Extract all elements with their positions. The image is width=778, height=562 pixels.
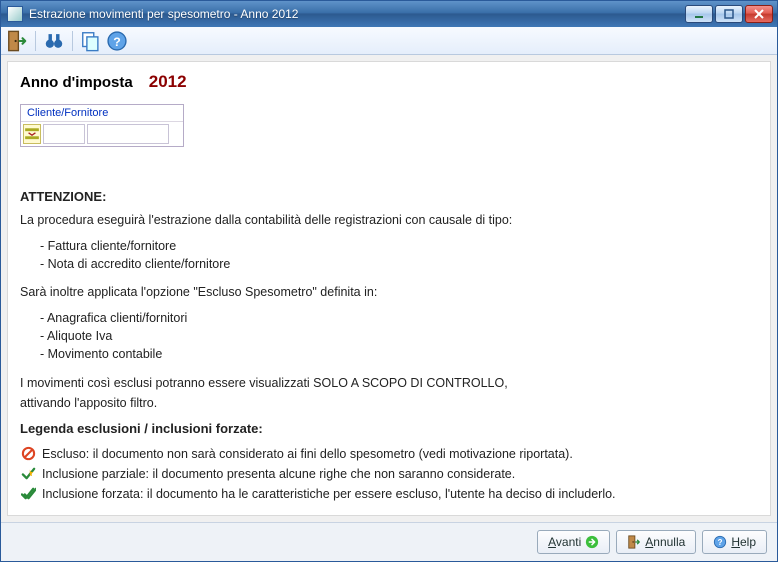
legend-excluded-text: Escluso: il documento non sarà considera… bbox=[42, 445, 573, 463]
cancel-button[interactable]: Annulla bbox=[616, 530, 696, 554]
maximize-icon bbox=[723, 8, 735, 20]
attention-heading: ATTENZIONE: bbox=[20, 188, 758, 207]
door-exit-icon bbox=[6, 30, 28, 52]
help-button[interactable]: ? Help bbox=[702, 530, 767, 554]
legend-forced-text: Inclusione forzata: il documento ha le c… bbox=[42, 485, 616, 503]
movimenti-line2: attivando l'apposito filtro. bbox=[20, 394, 758, 412]
minimize-button[interactable] bbox=[685, 5, 713, 23]
toolbar-help-button[interactable]: ? bbox=[105, 30, 129, 52]
bullet-anagrafica: Anagrafica clienti/fornitori bbox=[47, 311, 187, 325]
help-icon: ? bbox=[713, 535, 727, 549]
arrow-right-icon bbox=[585, 535, 599, 549]
close-button[interactable] bbox=[745, 5, 773, 23]
cliente-fornitore-code-input[interactable] bbox=[43, 124, 85, 144]
window-title: Estrazione movimenti per spesometro - An… bbox=[29, 7, 685, 21]
door-exit-icon bbox=[627, 535, 641, 549]
cliente-fornitore-name-input[interactable] bbox=[87, 124, 169, 144]
legend-partial-text: Inclusione parziale: il documento presen… bbox=[42, 465, 515, 483]
info-text-block: ATTENZIONE: La procedura eseguirà l'estr… bbox=[20, 188, 758, 505]
legend-heading: Legenda esclusioni / inclusioni forzate: bbox=[20, 420, 758, 439]
movimenti-line1: I movimenti così esclusi potranno essere… bbox=[20, 374, 758, 392]
cancel-button-label-rest: nnulla bbox=[653, 535, 685, 549]
svg-text:?: ? bbox=[113, 34, 121, 48]
toolbar-separator bbox=[35, 31, 36, 51]
applied-line: Sarà inoltre applicata l'opzione "Esclus… bbox=[20, 283, 758, 301]
window-controls bbox=[685, 5, 773, 23]
next-button[interactable]: Avanti bbox=[537, 530, 610, 554]
binoculars-icon bbox=[43, 30, 65, 52]
toolbar: ? bbox=[1, 27, 777, 55]
toolbar-find-button[interactable] bbox=[42, 30, 66, 52]
partial-include-icon bbox=[20, 466, 36, 482]
copy-icon bbox=[80, 30, 102, 52]
content-panel: Anno d'imposta 2012 Cliente/Fornitore AT… bbox=[7, 61, 771, 516]
anno-imposta-label: Anno d'imposta bbox=[20, 74, 133, 91]
toolbar-separator bbox=[72, 31, 73, 51]
intro-line: La procedura eseguirà l'estrazione dalla… bbox=[20, 211, 758, 229]
bullet-nota-accredito: Nota di accredito cliente/fornitore bbox=[48, 257, 231, 271]
toolbar-exit-button[interactable] bbox=[5, 30, 29, 52]
forced-include-icon bbox=[20, 486, 36, 502]
svg-text:?: ? bbox=[718, 538, 723, 547]
bullet-aliquote: Aliquote Iva bbox=[47, 329, 112, 343]
toolbar-copy-button[interactable] bbox=[79, 30, 103, 52]
minimize-icon bbox=[693, 8, 705, 20]
maximize-button[interactable] bbox=[715, 5, 743, 23]
close-icon bbox=[753, 8, 765, 20]
help-icon: ? bbox=[106, 30, 128, 52]
anno-imposta-value: 2012 bbox=[149, 72, 187, 92]
titlebar: Estrazione movimenti per spesometro - An… bbox=[1, 1, 777, 27]
cliente-fornitore-lookup-button[interactable] bbox=[23, 124, 41, 144]
bullet-movimento: Movimento contabile bbox=[48, 347, 163, 361]
app-icon bbox=[7, 6, 23, 22]
cliente-fornitore-box: Cliente/Fornitore bbox=[20, 104, 184, 147]
bullet-fattura: Fattura cliente/fornitore bbox=[48, 239, 177, 253]
window-chrome: Estrazione movimenti per spesometro - An… bbox=[0, 0, 778, 562]
excluded-icon bbox=[20, 446, 36, 462]
help-button-label-rest: elp bbox=[740, 535, 756, 549]
lookup-icon bbox=[24, 126, 40, 142]
cliente-fornitore-header: Cliente/Fornitore bbox=[21, 105, 183, 122]
footer-bar: Avanti Annulla ? Help bbox=[1, 522, 777, 561]
next-button-label-rest: vanti bbox=[556, 535, 581, 549]
